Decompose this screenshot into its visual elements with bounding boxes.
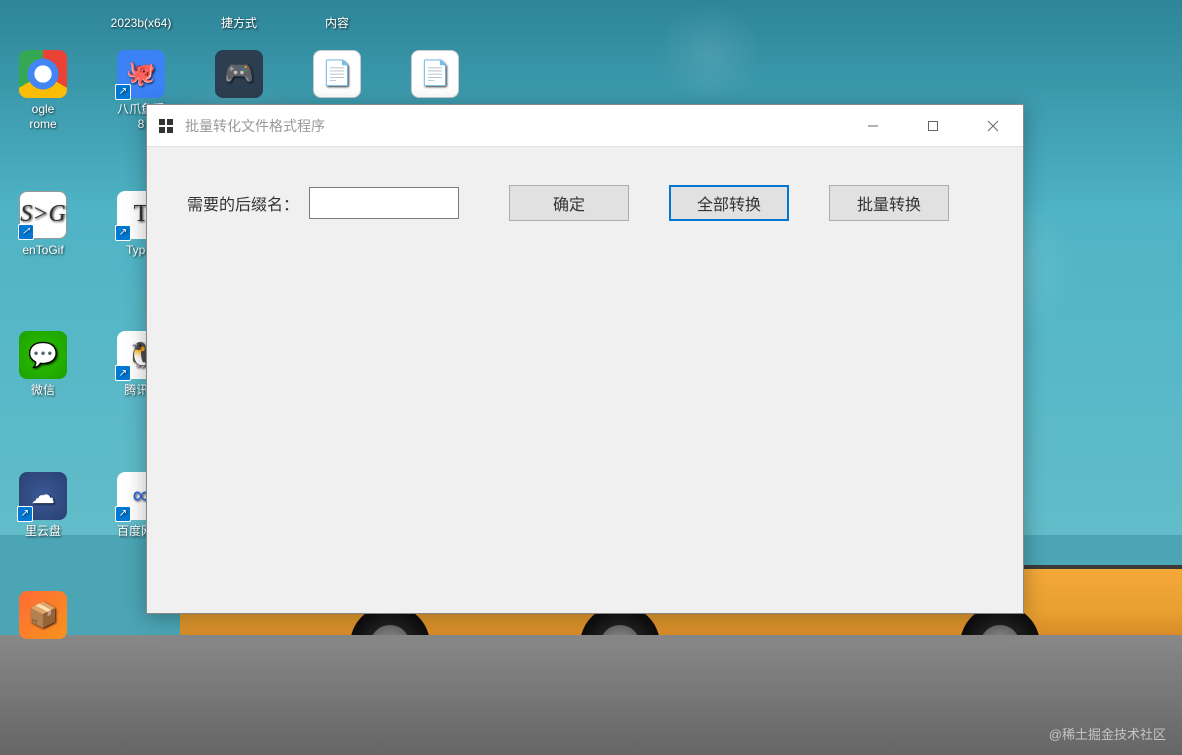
file-icon: 📄 [313,50,361,98]
window-content: 需要的后缀名： 确定 全部转换 批量转换 [147,147,1023,613]
desktop-icon-blank[interactable]: 内容 [298,0,376,32]
app-window: 批量转化文件格式程序 需要的后缀名： 确定 全部转换 批量转换 [146,104,1024,614]
convert-all-button[interactable]: 全部转换 [669,185,789,221]
window-title: 批量转化文件格式程序 [185,116,843,136]
desktop-icon-cloud[interactable]: ☁↗ 里云盘 [4,472,82,555]
desktop-icon-wechat[interactable]: 💬 微信 [4,331,82,399]
desktop-icon-label: enToGif [22,243,63,259]
desktop-icon-label: 2023b(x64) [111,16,172,32]
window-titlebar[interactable]: 批量转化文件格式程序 [147,105,1023,147]
file-icon: 📄 [411,50,459,98]
desktop-icon-label: 里云盘 [25,524,61,540]
chrome-icon [19,50,67,98]
shortcut-arrow-icon: ↗ [17,506,33,522]
suffix-label: 需要的后缀名： [187,191,299,215]
wechat-icon: 💬 [19,331,67,379]
batch-convert-button[interactable]: 批量转换 [829,185,949,221]
close-button[interactable] [963,105,1023,146]
cloud-icon: ☁↗ [19,472,67,520]
app-icon [157,117,175,135]
box-icon: 📦 [19,591,67,639]
desktop-icon-chrome[interactable]: ogle rome [4,50,82,133]
shortcut-arrow-icon: ↗ [115,365,131,381]
shortcut-arrow-icon: ↗ [115,84,131,100]
desktop-icon-box[interactable]: 📦 [4,591,82,643]
shortcut-arrow-icon: ↗ [18,224,34,240]
desktop-icon-label: ogle rome [29,102,56,133]
watermark-text: @稀土掘金技术社区 [1049,724,1166,743]
shortcut-arrow-icon: ↗ [115,506,131,522]
desktop-icon-label: 捷方式 [221,16,257,32]
shortcut-arrow-icon: ↗ [115,225,131,241]
confirm-button[interactable]: 确定 [509,185,629,221]
s2g-icon: S>G↗ [19,191,67,239]
desktop-icon-blank[interactable] [4,0,82,32]
gamepad-icon: 🎮 [215,50,263,98]
desktop-icon-label: 微信 [31,383,55,399]
desktop-icon-blank[interactable] [396,0,474,32]
maximize-button[interactable] [903,105,963,146]
minimize-button[interactable] [843,105,903,146]
desktop-icon-s2g[interactable]: S>G↗ enToGif [4,191,82,259]
desktop-icon-blank[interactable]: 2023b(x64) [102,0,180,32]
octopus-icon: 🐙↗ [117,50,165,98]
suffix-input[interactable] [309,187,459,219]
desktop-icon-blank[interactable]: 捷方式 [200,0,278,32]
desktop-icon-label: 内容 [325,16,349,32]
